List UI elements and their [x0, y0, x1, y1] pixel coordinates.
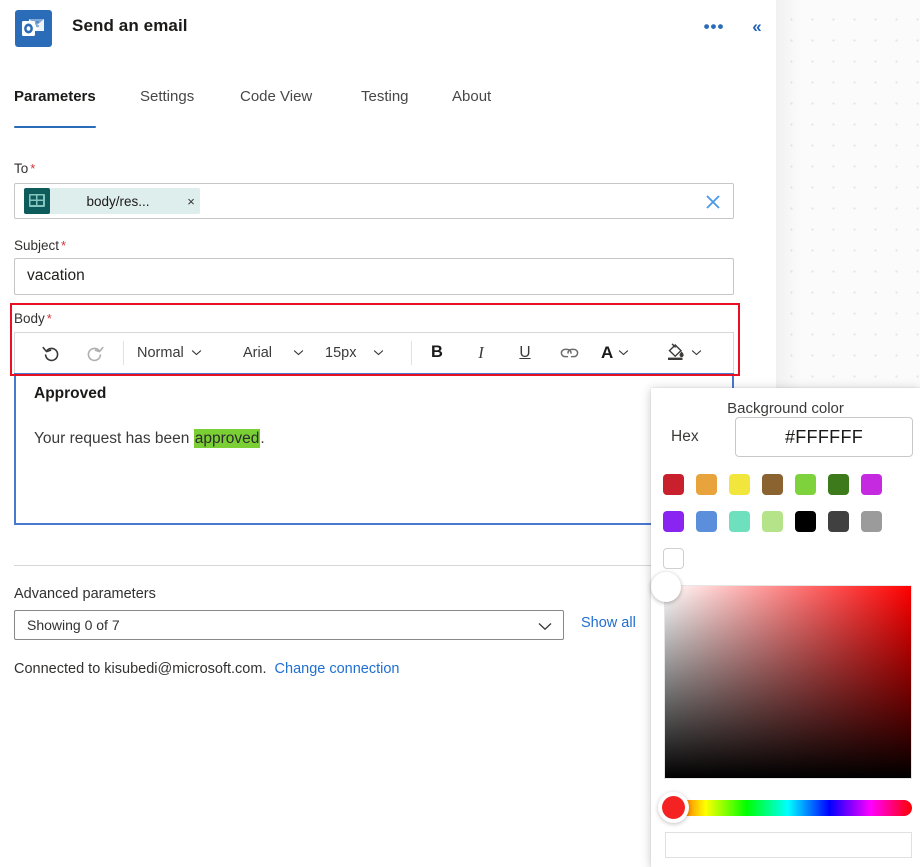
required-asterisk: *: [61, 238, 66, 253]
tab-about[interactable]: About: [452, 88, 491, 122]
hex-value: #FFFFFF: [736, 427, 912, 448]
show-all-link[interactable]: Show all: [581, 615, 636, 631]
chevron-down-icon: [293, 349, 304, 356]
font-size-value: 15px: [325, 345, 356, 361]
paint-bucket-icon: [665, 341, 686, 365]
more-options-button[interactable]: •••: [703, 17, 725, 39]
subject-field-label: Subject*: [14, 238, 66, 253]
font-family-value: Arial: [243, 345, 272, 361]
collapse-panel-button[interactable]: «: [745, 15, 769, 39]
chevron-down-icon: [373, 349, 384, 356]
body-rich-text-editor[interactable]: Approved Your request has been approved.: [14, 373, 734, 525]
tab-label: About: [452, 88, 491, 105]
page-title: Send an email: [72, 16, 188, 36]
font-family-dropdown[interactable]: Arial: [243, 333, 304, 372]
saturation-value-area[interactable]: [664, 585, 912, 779]
toolbar-divider: [411, 341, 412, 365]
font-color-button[interactable]: A: [601, 333, 629, 372]
dynamic-content-icon: [24, 188, 50, 214]
highlight-color-button[interactable]: [665, 333, 702, 372]
color-swatch[interactable]: [861, 474, 882, 495]
redo-icon[interactable]: [77, 333, 113, 372]
underline-button[interactable]: U: [507, 333, 543, 372]
chevron-down-icon: [538, 622, 552, 631]
advanced-parameters-label: Advanced parameters: [14, 586, 156, 602]
subject-label-text: Subject: [14, 238, 59, 253]
body-text-before: Your request has been: [34, 430, 194, 447]
tab-code-view[interactable]: Code View: [240, 88, 312, 122]
to-label-text: To: [14, 161, 28, 176]
close-icon[interactable]: [702, 191, 724, 213]
color-preview-input[interactable]: [665, 832, 912, 858]
toolbar-divider: [123, 341, 124, 365]
color-swatch-grid: [663, 474, 913, 585]
undo-icon[interactable]: [33, 333, 69, 372]
color-swatch[interactable]: [795, 474, 816, 495]
color-swatch[interactable]: [828, 474, 849, 495]
body-paragraph: Your request has been approved.: [34, 430, 265, 448]
chevron-down-icon: [618, 349, 629, 356]
advanced-parameters-select[interactable]: Showing 0 of 7: [14, 610, 564, 640]
bold-button[interactable]: B: [419, 333, 455, 372]
body-text-after: .: [260, 430, 264, 447]
to-field-label: To*: [14, 161, 35, 176]
color-swatch[interactable]: [729, 474, 750, 495]
link-icon[interactable]: [552, 333, 588, 372]
body-label-text: Body: [14, 311, 45, 326]
outlook-icon: [15, 10, 52, 47]
italic-button[interactable]: I: [463, 333, 499, 372]
panel-header: Send an email ••• «: [0, 0, 776, 58]
to-token-label: body/res...: [50, 194, 182, 209]
hue-slider[interactable]: [664, 800, 912, 816]
hue-slider-thumb[interactable]: [658, 792, 689, 823]
section-divider: [14, 565, 734, 566]
color-swatch[interactable]: [762, 474, 783, 495]
advanced-parameters-value: Showing 0 of 7: [27, 617, 120, 633]
change-connection-link[interactable]: Change connection: [275, 661, 400, 677]
chevron-down-icon: [191, 349, 202, 356]
tab-active-underline: [14, 126, 96, 129]
color-swatch[interactable]: [696, 511, 717, 532]
font-color-glyph: A: [601, 343, 613, 363]
highlighted-text: approved: [194, 429, 261, 448]
required-asterisk: *: [47, 311, 52, 326]
tab-label: Parameters: [14, 88, 96, 105]
hex-label: Hex: [671, 428, 699, 446]
subject-input[interactable]: vacation: [14, 258, 734, 295]
connection-text: Connected to kisubedi@microsoft.com.: [14, 661, 266, 677]
panel-tabs: Parameters Settings Code View Testing Ab…: [0, 88, 776, 130]
tab-label: Code View: [240, 88, 312, 105]
color-swatch[interactable]: [861, 511, 882, 532]
body-heading: Approved: [34, 385, 106, 403]
color-swatch[interactable]: [663, 474, 684, 495]
chevron-down-icon: [691, 349, 702, 356]
color-swatch[interactable]: [729, 511, 750, 532]
saturation-handle[interactable]: [651, 572, 681, 602]
connection-status: Connected to kisubedi@microsoft.com. Cha…: [14, 661, 400, 677]
color-swatch[interactable]: [762, 511, 783, 532]
text-style-dropdown[interactable]: Normal: [137, 333, 202, 372]
color-swatch[interactable]: [795, 511, 816, 532]
tab-testing[interactable]: Testing: [361, 88, 409, 122]
subject-value: vacation: [27, 267, 85, 285]
color-swatch[interactable]: [663, 511, 684, 532]
background-color-picker-popup: Background color Hex #FFFFFF: [651, 388, 920, 867]
to-field[interactable]: body/res... ×: [14, 183, 734, 219]
tab-label: Settings: [140, 88, 194, 105]
color-picker-title: Background color: [651, 400, 920, 417]
tab-settings[interactable]: Settings: [140, 88, 194, 122]
to-token[interactable]: body/res... ×: [24, 188, 200, 214]
color-swatch[interactable]: [696, 474, 717, 495]
text-style-value: Normal: [137, 345, 184, 361]
color-swatch-white[interactable]: [663, 548, 684, 569]
color-swatch[interactable]: [828, 511, 849, 532]
body-field-label: Body*: [14, 311, 52, 326]
tab-label: Testing: [361, 88, 409, 105]
required-asterisk: *: [30, 161, 35, 176]
hex-input[interactable]: #FFFFFF: [735, 417, 913, 457]
tab-parameters[interactable]: Parameters: [14, 88, 96, 122]
to-token-remove-icon[interactable]: ×: [182, 194, 200, 209]
rich-text-toolbar: Normal Arial 15px B I U A: [14, 332, 734, 373]
font-size-dropdown[interactable]: 15px: [325, 333, 384, 372]
